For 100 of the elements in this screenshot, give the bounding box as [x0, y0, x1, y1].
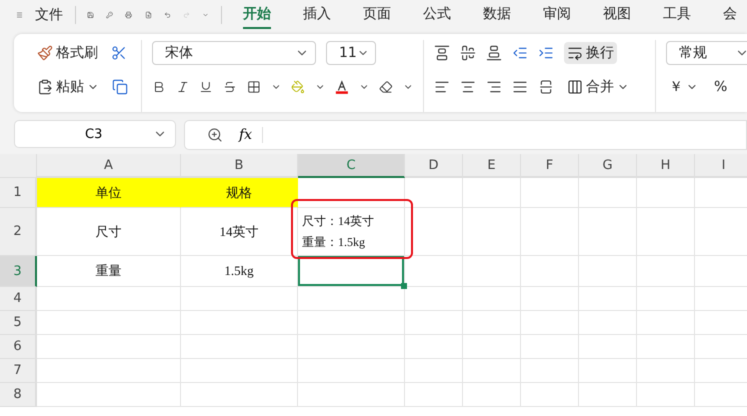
indent-icon[interactable]: [538, 45, 554, 61]
align-center-icon[interactable]: [460, 79, 476, 95]
table-cell[interactable]: [637, 383, 695, 407]
paintbrush-icon[interactable]: [37, 45, 53, 61]
italic-icon[interactable]: [176, 79, 190, 95]
wrap-text-icon[interactable]: [567, 45, 583, 61]
table-cell[interactable]: [298, 359, 405, 383]
ribbon-tab[interactable]: 页面: [363, 1, 391, 29]
table-cell[interactable]: [405, 178, 463, 208]
ribbon-tab[interactable]: 审阅: [543, 1, 571, 29]
table-cell[interactable]: 1.5kg: [181, 256, 298, 287]
table-cell[interactable]: [463, 359, 521, 383]
table-cell[interactable]: [521, 383, 579, 407]
row-header[interactable]: 3: [0, 256, 37, 287]
column-header[interactable]: A: [37, 154, 181, 178]
format-painter-button[interactable]: 格式刷: [34, 42, 101, 64]
align-middle-icon[interactable]: [460, 45, 476, 61]
formula-field[interactable]: fx: [184, 120, 747, 150]
column-header[interactable]: H: [637, 154, 695, 178]
table-cell[interactable]: [579, 256, 637, 287]
column-header[interactable]: C: [298, 154, 405, 178]
zoom-icon[interactable]: [207, 127, 223, 143]
table-cell[interactable]: [463, 256, 521, 287]
eraser-icon[interactable]: [379, 79, 393, 95]
table-cell[interactable]: [298, 311, 405, 335]
table-cell[interactable]: 规格: [181, 178, 298, 208]
table-cell[interactable]: [579, 287, 637, 311]
row-header[interactable]: 2: [0, 208, 37, 256]
table-cell[interactable]: [37, 383, 181, 407]
table-cell[interactable]: [521, 311, 579, 335]
ribbon-tab[interactable]: 工具: [663, 1, 691, 29]
percent-button[interactable]: %: [711, 77, 730, 97]
font-size-dropdown[interactable]: 11: [326, 41, 376, 65]
table-cell[interactable]: [37, 359, 181, 383]
font-name-dropdown[interactable]: 宋体: [152, 41, 316, 65]
table-cell[interactable]: [463, 287, 521, 311]
table-cell[interactable]: [37, 311, 181, 335]
table-cell[interactable]: [637, 208, 695, 256]
function-button[interactable]: fx: [239, 127, 264, 143]
bold-icon[interactable]: [152, 79, 166, 95]
table-cell[interactable]: [579, 359, 637, 383]
table-cell[interactable]: [637, 311, 695, 335]
align-left-icon[interactable]: [434, 79, 450, 95]
table-cell[interactable]: [405, 287, 463, 311]
column-header[interactable]: D: [405, 154, 463, 178]
fill-handle[interactable]: [401, 283, 407, 289]
row-header[interactable]: 6: [0, 335, 37, 359]
distribute-icon[interactable]: [538, 79, 554, 95]
table-cell[interactable]: [637, 178, 695, 208]
table-cell[interactable]: [181, 311, 298, 335]
align-bottom-icon[interactable]: [486, 45, 502, 61]
column-header[interactable]: B: [181, 154, 298, 178]
table-cell[interactable]: [181, 335, 298, 359]
table-cell[interactable]: [637, 287, 695, 311]
paste-button[interactable]: 粘贴: [34, 76, 102, 98]
font-color-icon[interactable]: [335, 79, 349, 95]
copy-icon[interactable]: [112, 79, 128, 95]
table-cell[interactable]: [298, 287, 405, 311]
table-cell[interactable]: [37, 335, 181, 359]
column-header[interactable]: I: [695, 154, 747, 178]
table-cell[interactable]: 单位: [37, 178, 181, 208]
table-cell[interactable]: [405, 335, 463, 359]
table-cell[interactable]: [463, 208, 521, 256]
table-cell[interactable]: [298, 178, 405, 208]
row-header[interactable]: 8: [0, 383, 37, 407]
table-cell[interactable]: [579, 335, 637, 359]
merge-button[interactable]: 合并: [564, 76, 632, 98]
table-cell[interactable]: [521, 287, 579, 311]
file-menu[interactable]: 文件: [35, 6, 64, 24]
table-cell[interactable]: 重量: [37, 256, 181, 287]
row-header[interactable]: 7: [0, 359, 37, 383]
align-right-icon[interactable]: [486, 79, 502, 95]
table-cell[interactable]: [637, 359, 695, 383]
fill-color-icon[interactable]: [290, 79, 305, 95]
table-cell[interactable]: [405, 256, 463, 287]
column-header[interactable]: G: [579, 154, 637, 178]
table-cell[interactable]: [298, 383, 405, 407]
table-cell[interactable]: [521, 178, 579, 208]
table-cell[interactable]: [463, 311, 521, 335]
table-cell[interactable]: [181, 287, 298, 311]
table-cell[interactable]: [579, 383, 637, 407]
borders-icon[interactable]: [246, 79, 261, 95]
active-cell[interactable]: [298, 256, 405, 287]
column-header[interactable]: E: [463, 154, 521, 178]
ribbon-tab[interactable]: 公式: [423, 1, 451, 29]
table-cell[interactable]: [579, 178, 637, 208]
align-top-icon[interactable]: [434, 45, 450, 61]
table-cell[interactable]: [405, 311, 463, 335]
row-header[interactable]: 4: [0, 287, 37, 311]
column-header[interactable]: F: [521, 154, 579, 178]
ribbon-tab[interactable]: 视图: [603, 1, 631, 29]
table-cell[interactable]: [521, 256, 579, 287]
name-box[interactable]: C3: [14, 120, 176, 148]
row-header[interactable]: 1: [0, 178, 37, 208]
table-cell[interactable]: [463, 335, 521, 359]
table-cell[interactable]: [521, 208, 579, 256]
ribbon-tab[interactable]: 会: [723, 1, 737, 29]
table-cell[interactable]: [521, 359, 579, 383]
row-header[interactable]: 5: [0, 311, 37, 335]
justify-icon[interactable]: [512, 79, 528, 95]
